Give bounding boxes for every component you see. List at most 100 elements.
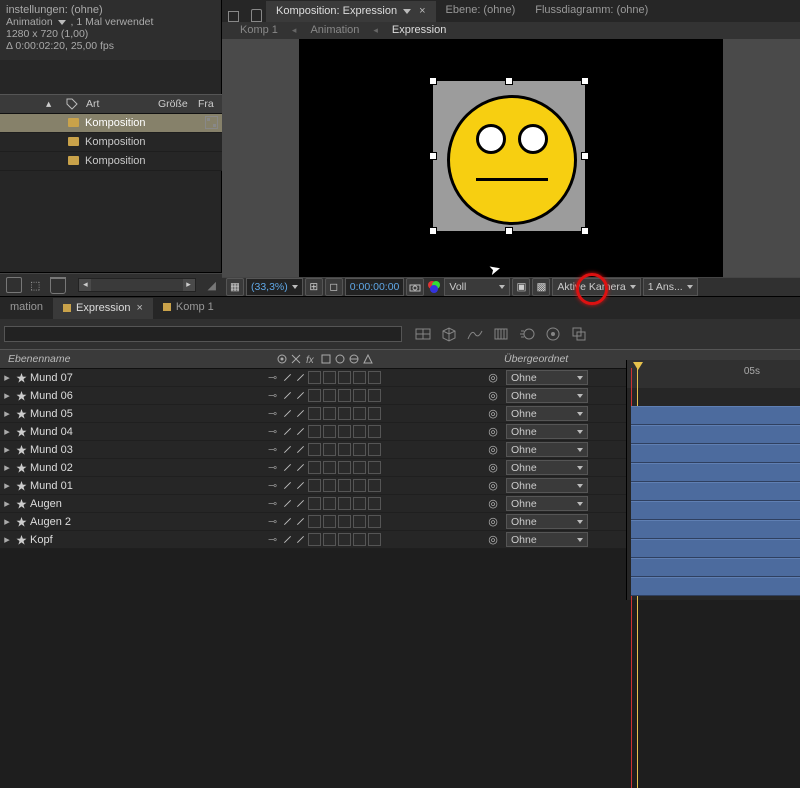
quality-icon[interactable] bbox=[282, 408, 293, 419]
parent-dropdown[interactable]: Ohne bbox=[506, 406, 588, 421]
pickwhip-icon[interactable]: ◎ bbox=[484, 407, 502, 420]
channel-icon[interactable] bbox=[426, 279, 442, 295]
twirl-icon[interactable]: ▸ bbox=[2, 515, 12, 528]
flow-icon[interactable] bbox=[205, 116, 218, 129]
motion-blur-icon[interactable] bbox=[518, 325, 536, 343]
shy-icon[interactable]: ⊸ bbox=[268, 515, 280, 528]
3d-icon[interactable] bbox=[440, 325, 458, 343]
switch-cell[interactable] bbox=[353, 443, 366, 456]
shy-icon[interactable]: ⊸ bbox=[268, 461, 280, 474]
timeline-track-area[interactable]: 05s bbox=[626, 360, 800, 600]
quality-dropdown[interactable]: Voll bbox=[444, 278, 510, 296]
film-icon[interactable] bbox=[492, 325, 510, 343]
chevron-down-icon[interactable] bbox=[499, 285, 505, 289]
layer-duration-bar[interactable] bbox=[631, 501, 800, 520]
chevron-down-icon[interactable] bbox=[577, 394, 583, 398]
bpc-label[interactable]: ⬚ bbox=[30, 279, 40, 292]
twirl-icon[interactable]: ▸ bbox=[2, 497, 12, 510]
dropdown-icon[interactable] bbox=[58, 20, 66, 25]
switch-cell[interactable] bbox=[338, 515, 351, 528]
handle-icon[interactable] bbox=[429, 152, 437, 160]
views-dropdown[interactable]: 1 Ans... bbox=[643, 278, 698, 296]
pickwhip-icon[interactable]: ◎ bbox=[484, 425, 502, 438]
overlap-icon[interactable] bbox=[570, 325, 588, 343]
switch-cell[interactable] bbox=[323, 533, 336, 546]
switch-cell[interactable] bbox=[353, 497, 366, 510]
scroll-left-icon[interactable]: ◂ bbox=[79, 279, 91, 291]
switch-cell[interactable] bbox=[308, 371, 321, 384]
tag-icon[interactable] bbox=[66, 98, 78, 110]
switch-cell[interactable] bbox=[308, 443, 321, 456]
pickwhip-icon[interactable]: ◎ bbox=[484, 479, 502, 492]
handle-icon[interactable] bbox=[429, 227, 437, 235]
interpret-icon[interactable] bbox=[6, 277, 22, 293]
quality-icon[interactable] bbox=[282, 462, 293, 473]
switch-cell[interactable] bbox=[338, 497, 351, 510]
crumb[interactable]: Komp 1 bbox=[240, 24, 278, 36]
twirl-icon[interactable]: ▸ bbox=[2, 371, 12, 384]
project-item[interactable]: Komposition bbox=[0, 152, 222, 171]
switch-cell[interactable] bbox=[353, 425, 366, 438]
time-ruler[interactable]: 05s bbox=[627, 360, 800, 388]
parent-dropdown[interactable]: Ohne bbox=[506, 496, 588, 511]
col-art[interactable]: Art bbox=[86, 98, 158, 110]
tl-tab-active[interactable]: Expression × bbox=[53, 298, 153, 319]
close-icon[interactable]: × bbox=[419, 5, 425, 17]
parent-dropdown[interactable]: Ohne bbox=[506, 478, 588, 493]
quality-icon[interactable] bbox=[282, 426, 293, 437]
comp-mini-icon[interactable] bbox=[414, 325, 432, 343]
parent-dropdown[interactable]: Ohne bbox=[506, 388, 588, 403]
switch-cell[interactable] bbox=[353, 533, 366, 546]
switch-cell[interactable] bbox=[338, 371, 351, 384]
quality-icon[interactable] bbox=[295, 534, 306, 545]
quality-icon[interactable] bbox=[295, 444, 306, 455]
pickwhip-icon[interactable]: ◎ bbox=[484, 515, 502, 528]
switch-cell[interactable] bbox=[368, 425, 381, 438]
switch-cell[interactable] bbox=[368, 479, 381, 492]
chevron-down-icon[interactable] bbox=[687, 285, 693, 289]
col-size[interactable]: Größe bbox=[158, 98, 198, 110]
layer-duration-bar[interactable] bbox=[631, 539, 800, 558]
transparency-grid-icon[interactable]: ▩ bbox=[532, 278, 550, 296]
switch-cell[interactable] bbox=[308, 389, 321, 402]
lock-icon[interactable] bbox=[251, 9, 262, 22]
switch-cell[interactable] bbox=[323, 515, 336, 528]
parent-dropdown[interactable]: Ohne bbox=[506, 370, 588, 385]
pickwhip-icon[interactable]: ◎ bbox=[484, 533, 502, 546]
layer-duration-bar[interactable] bbox=[631, 406, 800, 425]
shy-icon[interactable]: ⊸ bbox=[268, 533, 280, 546]
pickwhip-icon[interactable]: ◎ bbox=[484, 371, 502, 384]
quality-icon[interactable] bbox=[282, 480, 293, 491]
col-fr[interactable]: Fra bbox=[198, 98, 214, 110]
chevron-down-icon[interactable] bbox=[577, 412, 583, 416]
parent-dropdown[interactable]: Ohne bbox=[506, 532, 588, 547]
cti-icon[interactable] bbox=[633, 362, 643, 370]
dropdown-icon[interactable] bbox=[403, 9, 411, 14]
tab-layer[interactable]: Ebene: (ohne) bbox=[436, 0, 526, 22]
shy-icon[interactable]: ⊸ bbox=[268, 497, 280, 510]
switch-cell[interactable] bbox=[368, 533, 381, 546]
switch-cell[interactable] bbox=[368, 389, 381, 402]
tl-tab[interactable]: Komp 1 bbox=[153, 297, 224, 319]
shy-icon[interactable]: ⊸ bbox=[268, 479, 280, 492]
switch-cell[interactable] bbox=[308, 497, 321, 510]
quality-icon[interactable] bbox=[295, 408, 306, 419]
twirl-icon[interactable]: ▸ bbox=[2, 425, 12, 438]
timecode-field[interactable]: 0:00:00:00 bbox=[345, 278, 405, 296]
zoom-field[interactable]: (33,3%) bbox=[246, 278, 303, 296]
quality-icon[interactable] bbox=[295, 390, 306, 401]
twirl-icon[interactable]: ▸ bbox=[2, 443, 12, 456]
switch-cell[interactable] bbox=[323, 479, 336, 492]
chevron-down-icon[interactable] bbox=[577, 448, 583, 452]
layer-duration-bar[interactable] bbox=[631, 425, 800, 444]
switch-cell[interactable] bbox=[338, 443, 351, 456]
graph-icon[interactable] bbox=[466, 325, 484, 343]
chevron-down-icon[interactable] bbox=[577, 502, 583, 506]
quality-icon[interactable] bbox=[295, 372, 306, 383]
handle-icon[interactable] bbox=[505, 77, 513, 85]
project-scrollbar[interactable]: ◂ ▸ bbox=[78, 278, 195, 292]
quality-icon[interactable] bbox=[282, 444, 293, 455]
shy-icon[interactable]: ⊸ bbox=[268, 425, 280, 438]
handle-icon[interactable] bbox=[429, 77, 437, 85]
timeline-search[interactable] bbox=[4, 326, 402, 342]
